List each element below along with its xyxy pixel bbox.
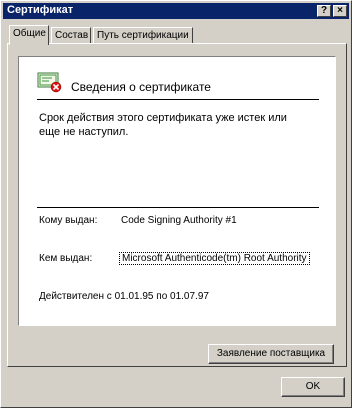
close-button[interactable]: × [333, 5, 347, 17]
tab-details[interactable]: Состав [51, 27, 91, 44]
certificate-info-box: Сведения о сертификате Срок действия это… [18, 56, 336, 326]
issued-to-label: Кому выдан: [39, 215, 98, 226]
window-title: Сертификат [7, 4, 74, 16]
certificate-dialog: Сертификат ? × Общие Состав Путь сертифи… [0, 0, 352, 408]
help-button[interactable]: ? [317, 5, 331, 17]
tab-general[interactable]: Общие [9, 25, 49, 45]
certificate-info-heading: Сведения о сертификате [71, 80, 211, 94]
certificate-error-icon [37, 72, 62, 93]
tab-strip: Общие Состав Путь сертификации [9, 23, 345, 45]
heading-divider [37, 99, 319, 100]
validity-period-text: Действителен с 01.01.95 по 01.07.97 [39, 291, 209, 302]
tab-general-label: Общие [13, 28, 46, 39]
title-bar[interactable]: Сертификат ? × [3, 3, 349, 19]
tab-details-label: Состав [55, 30, 89, 41]
issued-by-link[interactable]: Microsoft Authenticode(tm) Root Authorit… [119, 252, 310, 265]
ok-button[interactable]: OK [281, 377, 345, 397]
issued-by-label: Кем выдан: [39, 253, 93, 264]
tab-panel-general: Сведения о сертификате Срок действия это… [7, 43, 347, 367]
expiry-warning-text: Срок действия этого сертификата уже исте… [39, 112, 287, 138]
details-divider [37, 207, 319, 208]
issuer-statement-button[interactable]: Заявление поставщика [208, 344, 334, 364]
tab-certification-path-label: Путь сертификации [97, 30, 189, 41]
tab-certification-path[interactable]: Путь сертификации [93, 27, 193, 44]
issued-to-value: Code Signing Authority #1 [121, 215, 237, 226]
